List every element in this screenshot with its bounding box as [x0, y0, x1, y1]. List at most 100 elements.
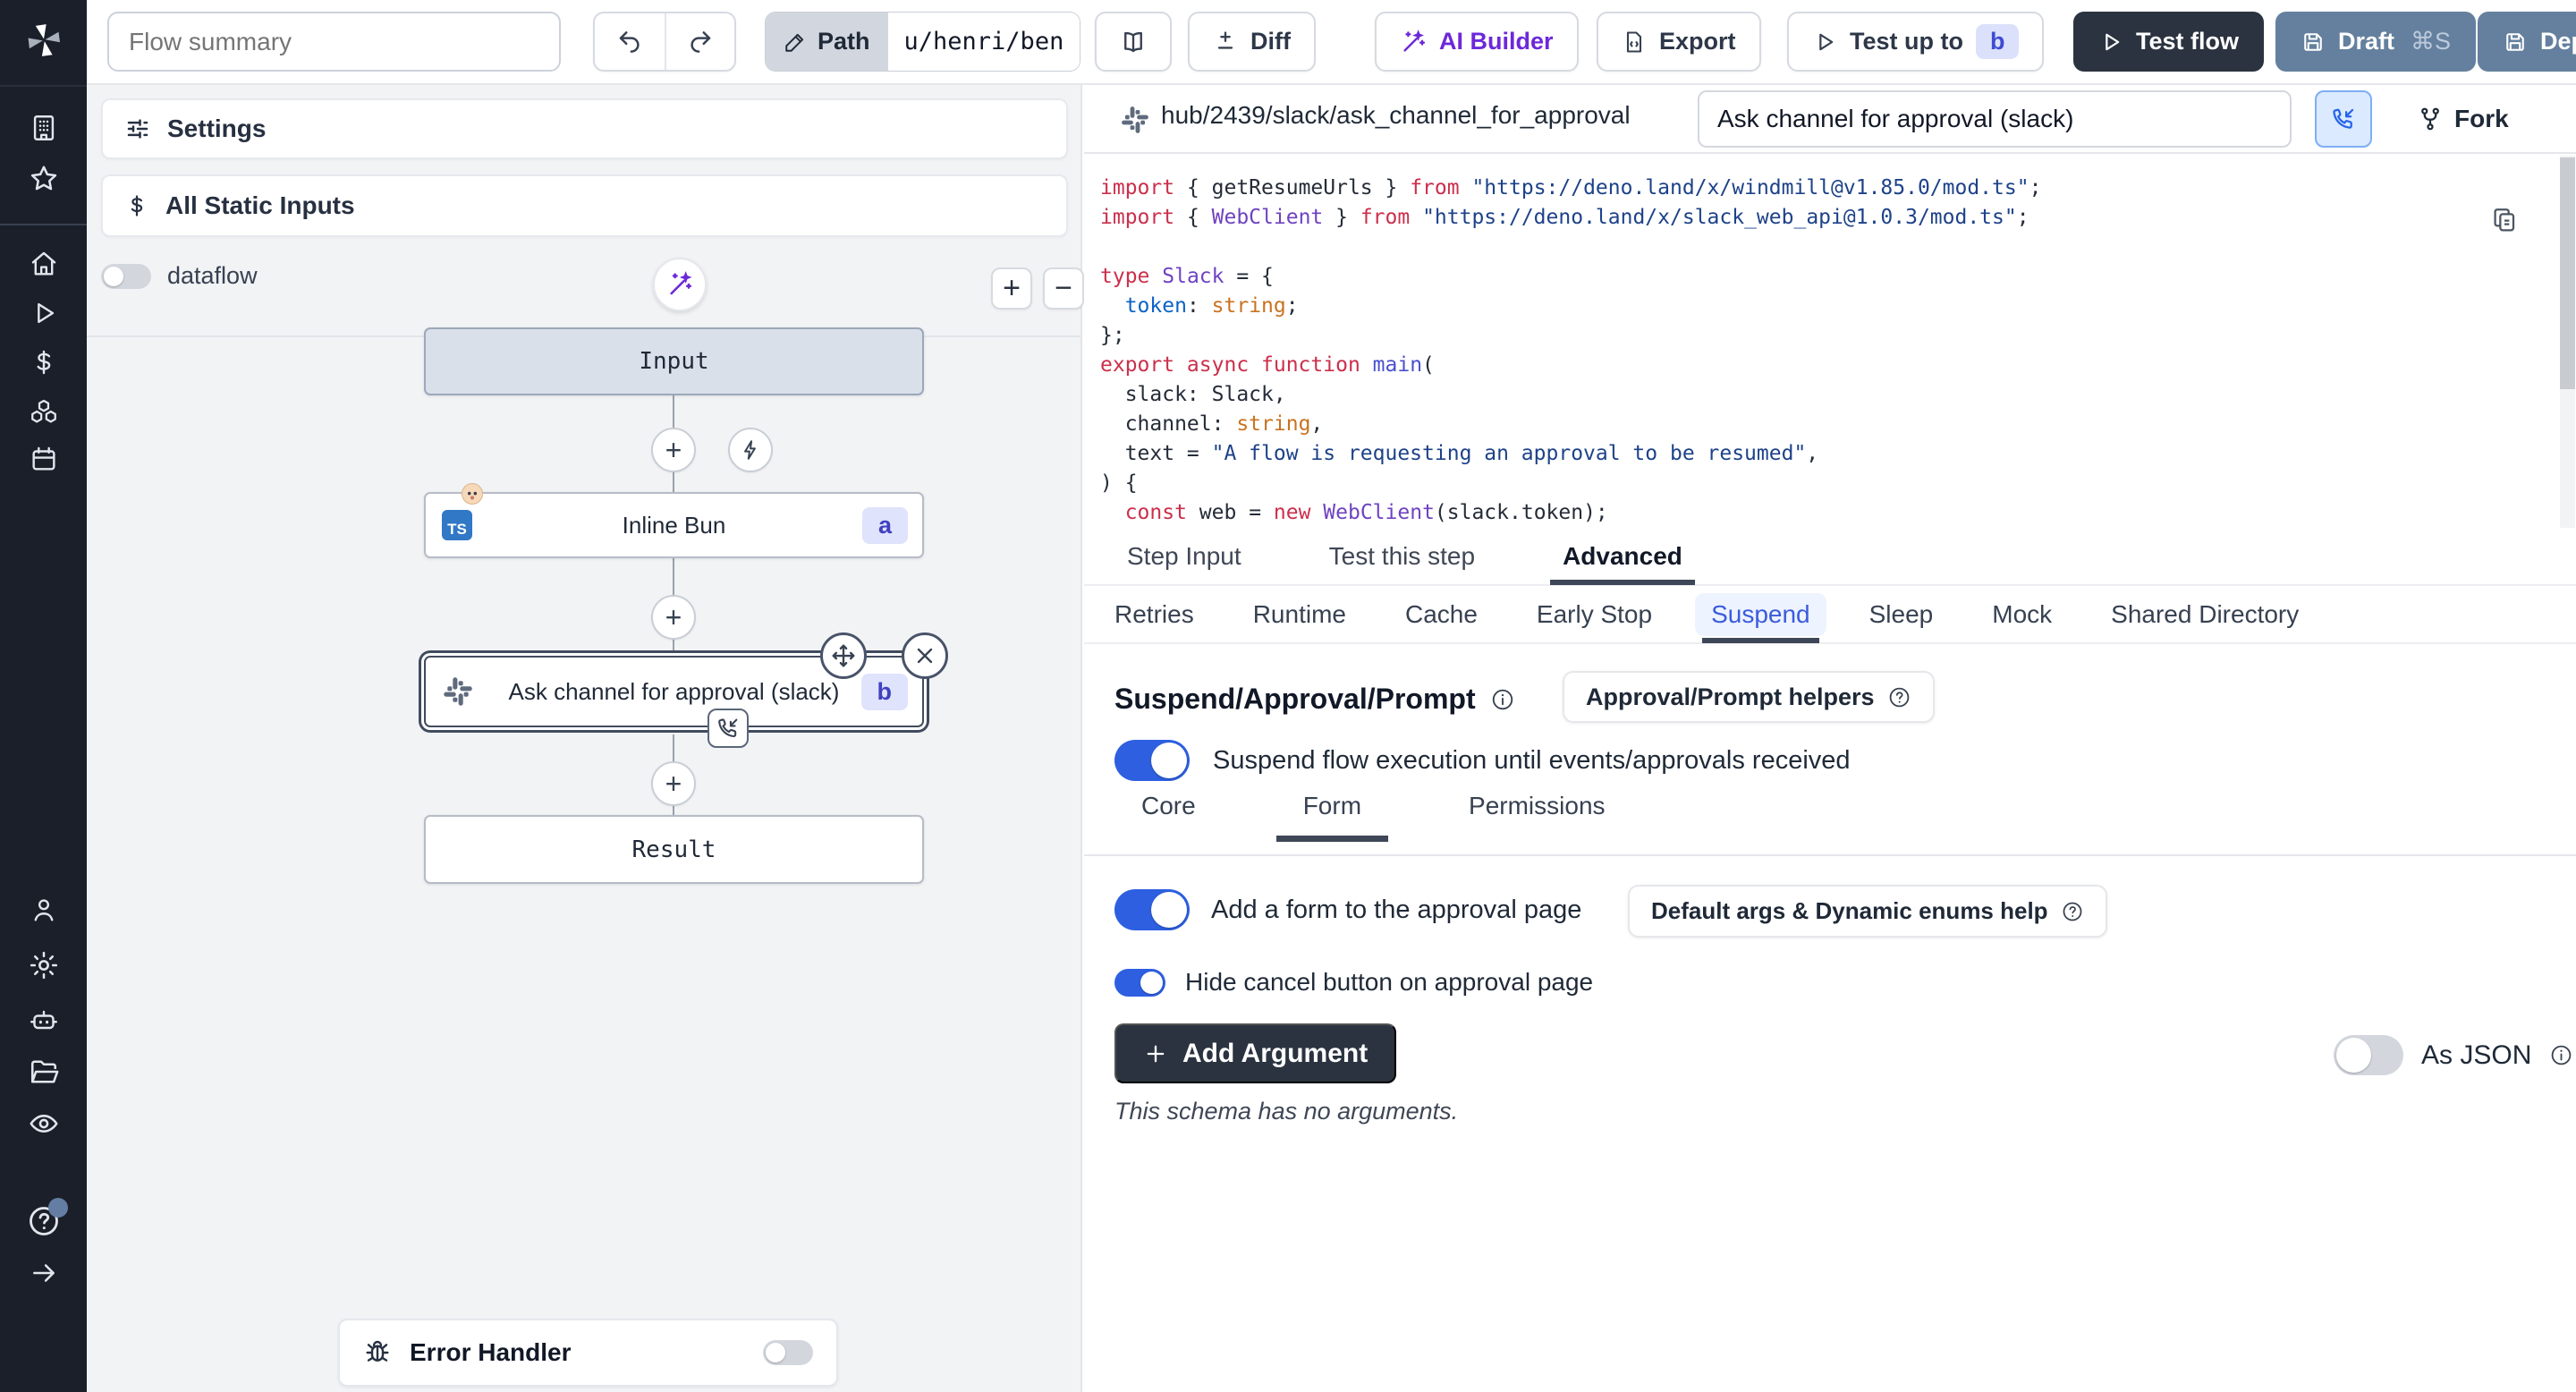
- fork-button[interactable]: Fork: [2417, 90, 2509, 148]
- subtab-sleep[interactable]: Sleep: [1869, 585, 1934, 643]
- diff-button[interactable]: Diff: [1188, 12, 1316, 72]
- help-circle-icon: [2061, 900, 2084, 923]
- bug-icon: [363, 1338, 392, 1367]
- schedules-calendar-icon[interactable]: [0, 444, 87, 474]
- move-step-button[interactable]: [820, 632, 867, 679]
- runs-play-icon[interactable]: [0, 298, 87, 328]
- home-icon[interactable]: [0, 249, 87, 279]
- sidebar-divider: [0, 224, 87, 225]
- test-flow-button[interactable]: Test flow: [2073, 12, 2264, 72]
- copy-icon: [2490, 206, 2519, 234]
- flow-settings-card[interactable]: Settings: [101, 98, 1068, 159]
- insert-step-button[interactable]: +: [651, 595, 696, 640]
- ai-builder-button[interactable]: AI Builder: [1375, 12, 1579, 72]
- tab-test-this-step[interactable]: Test this step: [1317, 527, 1487, 585]
- audit-eye-icon[interactable]: [0, 1108, 87, 1140]
- deploy-button[interactable]: Deploy: [2478, 12, 2576, 72]
- advanced-subtabs: Retries Runtime Cache Early Stop Suspend…: [1084, 586, 2576, 644]
- formtab-core[interactable]: Core: [1114, 792, 1223, 840]
- flow-summary-input[interactable]: [107, 12, 561, 72]
- as-json-toggle[interactable]: [2334, 1035, 2403, 1075]
- suspend-indicator-button[interactable]: [2315, 90, 2372, 148]
- trigger-lightning-button[interactable]: [728, 428, 773, 472]
- hide-cancel-toggle[interactable]: [1114, 969, 1165, 997]
- step-header: hub/2439/slack/ask_channel_for_approval …: [1084, 85, 2576, 154]
- error-handler-card[interactable]: Error Handler: [338, 1319, 838, 1387]
- subtab-cache[interactable]: Cache: [1405, 585, 1478, 643]
- path-value[interactable]: u/henri/ben: [888, 13, 1080, 71]
- draft-button[interactable]: Draft ⌘S: [2275, 12, 2476, 72]
- test-up-to-button[interactable]: Test up to b: [1787, 12, 2044, 72]
- tab-step-input[interactable]: Step Input: [1114, 527, 1254, 585]
- add-form-toggle[interactable]: [1114, 889, 1190, 930]
- path-button[interactable]: Path u/henri/ben: [765, 12, 1080, 72]
- plus-icon: +: [1003, 271, 1021, 306]
- export-button[interactable]: Export: [1597, 12, 1761, 72]
- error-handler-toggle[interactable]: [763, 1340, 813, 1365]
- redo-icon: [687, 29, 714, 55]
- insert-step-button[interactable]: +: [651, 761, 696, 806]
- folders-icon[interactable]: [0, 1056, 87, 1088]
- all-static-inputs-card[interactable]: All Static Inputs: [101, 174, 1068, 237]
- tab-advanced[interactable]: Advanced: [1550, 527, 1695, 585]
- user-icon[interactable]: [0, 895, 87, 925]
- empty-schema-text: This schema has no arguments.: [1114, 1098, 1458, 1125]
- hub-path[interactable]: hub/2439/slack/ask_channel_for_approval: [1161, 101, 1631, 130]
- undo-button[interactable]: [595, 13, 665, 70]
- default-args-help-button[interactable]: Default args & Dynamic enums help: [1628, 885, 2107, 938]
- dataflow-label: dataflow: [167, 262, 258, 290]
- delete-step-button[interactable]: [902, 632, 948, 679]
- expand-sidebar-arrow-icon[interactable]: [0, 1258, 87, 1288]
- redo-button[interactable]: [665, 13, 734, 70]
- pencil-icon: [784, 30, 807, 54]
- subtab-runtime[interactable]: Runtime: [1253, 585, 1346, 643]
- diff-plus-minus-icon: [1213, 30, 1238, 55]
- approval-prompt-helpers-button[interactable]: Approval/Prompt helpers: [1563, 671, 1935, 723]
- result-node-label: Result: [632, 836, 716, 863]
- help-icon[interactable]: [0, 1203, 87, 1239]
- docs-book-button[interactable]: [1095, 12, 1172, 72]
- test-up-to-step-badge: b: [1976, 24, 2020, 59]
- favorites-star-icon[interactable]: [0, 163, 87, 195]
- zoom-out-button[interactable]: −: [1043, 267, 1084, 310]
- hide-cancel-toggle-label: Hide cancel button on approval page: [1185, 968, 1593, 997]
- magic-wand-icon: [1400, 29, 1427, 55]
- flow-result-node[interactable]: Result: [424, 815, 924, 884]
- editor-scrollbar-thumb[interactable]: [2560, 157, 2575, 389]
- workspace-building-icon[interactable]: [0, 113, 87, 143]
- save-icon: [2301, 30, 2326, 55]
- subtab-shared-directory[interactable]: Shared Directory: [2111, 585, 2299, 643]
- suspend-flow-toggle[interactable]: [1114, 740, 1190, 781]
- export-file-icon: [1622, 30, 1647, 55]
- phone-incoming-icon: [716, 716, 741, 741]
- flow-input-node[interactable]: Input: [424, 327, 924, 395]
- step-detail-panel: hub/2439/slack/ask_channel_for_approval …: [1084, 85, 2576, 1392]
- subtab-mock[interactable]: Mock: [1992, 585, 2052, 643]
- ask-channel-label: Ask channel for approval (slack): [509, 678, 840, 706]
- save-icon: [2503, 30, 2528, 55]
- resources-cubes-icon[interactable]: [0, 396, 87, 427]
- variables-dollar-icon[interactable]: [0, 347, 87, 378]
- zoom-in-button[interactable]: +: [991, 267, 1032, 310]
- flow-graph-panel: Settings All Static Inputs dataflow + − …: [87, 85, 1082, 1392]
- workers-robot-icon[interactable]: [0, 1004, 87, 1036]
- formtab-permissions[interactable]: Permissions: [1442, 792, 1631, 840]
- windmill-logo-icon[interactable]: [0, 20, 87, 61]
- settings-gear-icon[interactable]: [0, 949, 87, 981]
- step-name-input[interactable]: [1698, 90, 2292, 148]
- dataflow-toggle[interactable]: [101, 264, 151, 289]
- inline-bun-node[interactable]: TS Inline Bun a: [424, 492, 924, 558]
- close-icon: [912, 643, 937, 668]
- typescript-icon: TS: [442, 510, 472, 540]
- ai-flow-wand-button[interactable]: [653, 258, 707, 311]
- subtab-suspend[interactable]: Suspend: [1711, 585, 1810, 643]
- copy-code-button[interactable]: [2490, 206, 2519, 234]
- formtab-form[interactable]: Form: [1276, 792, 1388, 840]
- subtab-early-stop[interactable]: Early Stop: [1537, 585, 1652, 643]
- insert-step-button[interactable]: +: [651, 428, 696, 472]
- lightning-icon: [739, 438, 762, 462]
- path-label: Path: [818, 28, 870, 55]
- code-editor[interactable]: import { getResumeUrls } from "https://d…: [1084, 156, 2576, 528]
- add-argument-button[interactable]: Add Argument: [1114, 1023, 1396, 1083]
- subtab-retries[interactable]: Retries: [1114, 585, 1194, 643]
